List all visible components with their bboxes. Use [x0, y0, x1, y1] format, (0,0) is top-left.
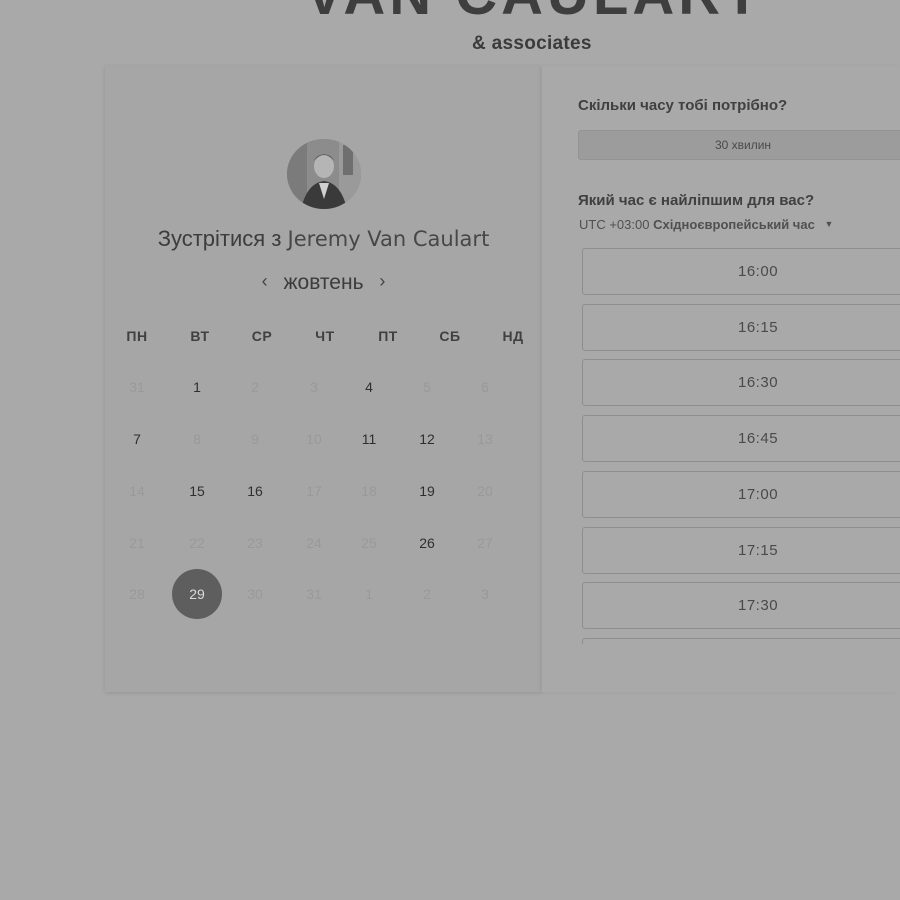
time-slot-button[interactable]: 16:15 — [582, 303, 900, 351]
calendar-day: 2 — [423, 586, 431, 602]
calendar-day: 31 — [129, 379, 145, 395]
weekday-label: СР — [251, 328, 273, 344]
weekday-label: ПН — [126, 328, 148, 344]
calendar-day-selected[interactable]: 29 — [172, 569, 222, 619]
calendar-day[interactable]: 1 — [172, 362, 222, 412]
calendar-day[interactable]: 11 — [344, 414, 394, 464]
calendar-day: 31 — [306, 586, 322, 602]
weekday-label: ЧТ — [315, 328, 335, 344]
calendar-day: 8 — [193, 431, 201, 447]
calendar-day: 28 — [129, 586, 145, 602]
calendar-day[interactable]: 7 — [112, 414, 162, 464]
calendar-day: 13 — [477, 431, 493, 447]
brand-logo-title: VAN CAULART — [305, 0, 764, 24]
month-label: жовтень — [283, 271, 364, 294]
time-selection-panel: Скільки часу тобі потрібно? 30 хвилин Як… — [542, 66, 900, 692]
calendar-panel: Зустрітися з Jeremy Van Caulart ‹ жовтен… — [105, 66, 542, 692]
duration-question: Скільки часу тобі потрібно? — [578, 97, 788, 114]
calendar-day: 2 — [251, 379, 259, 395]
calendar-day: 30 — [247, 586, 263, 602]
month-navigation: ‹ жовтень › — [105, 271, 542, 295]
calendar-day[interactable]: 15 — [172, 466, 222, 516]
host-name: Jeremy Van Caulart — [287, 227, 490, 251]
weekday-label: ВТ — [190, 328, 210, 344]
calendar-day: 14 — [129, 483, 145, 499]
caret-down-icon: ▼ — [824, 219, 834, 229]
calendar-day: 18 — [361, 483, 377, 499]
time-question: Який час є найліпшим для вас? — [578, 192, 815, 209]
calendar-day: 3 — [310, 379, 318, 395]
calendar-day: 25 — [361, 535, 377, 551]
weekday-label: СБ — [439, 328, 461, 344]
calendar-day[interactable]: 19 — [402, 466, 452, 516]
calendar-day: 22 — [189, 535, 205, 551]
weekday-label: ПТ — [378, 328, 398, 344]
weekday-label: НД — [502, 328, 524, 344]
duration-selector[interactable]: 30 хвилин — [578, 130, 900, 160]
calendar-day: 5 — [423, 379, 431, 395]
calendar-day: 27 — [477, 535, 493, 551]
timezone-offset: UTC +03:00 — [579, 217, 650, 232]
calendar-day: 21 — [129, 535, 145, 551]
calendar-day[interactable]: 4 — [344, 362, 394, 412]
calendar-day: 1 — [365, 586, 373, 602]
time-slot-button[interactable]: 16:00 — [582, 248, 900, 295]
avatar — [287, 139, 361, 209]
calendar-day: 10 — [306, 431, 322, 447]
time-slot-button[interactable]: 16:30 — [582, 359, 900, 407]
calendar-day: 20 — [477, 483, 493, 499]
timezone-selector[interactable]: UTC +03:00 Східноєвропейський час ▼ — [579, 217, 833, 232]
calendar-day[interactable]: 16 — [230, 466, 280, 516]
timezone-name: Східноєвропейський час — [653, 217, 815, 232]
time-slot-button[interactable]: 17:30 — [582, 582, 900, 630]
meet-prefix: Зустрітися з — [157, 226, 282, 251]
calendar-day: 3 — [481, 586, 489, 602]
calendar-day: 17 — [306, 483, 322, 499]
calendar-day: 23 — [247, 535, 263, 551]
calendar-day: 9 — [251, 431, 259, 447]
time-slot-button[interactable]: 16:45 — [582, 415, 900, 463]
calendar-day[interactable]: 12 — [402, 414, 452, 464]
chevron-left-icon[interactable]: ‹ — [252, 271, 278, 292]
brand-logo-subtitle: & associates — [472, 33, 592, 54]
avatar-photo — [287, 139, 361, 209]
time-slot-list: 16:00 16:15 16:30 16:45 17:00 17:15 17:30 17:45 — [542, 248, 900, 644]
time-slot-button[interactable]: 17:00 — [582, 470, 900, 518]
calendar-day: 6 — [481, 379, 489, 395]
time-slot-button[interactable]: 17:15 — [582, 526, 900, 574]
chevron-right-icon[interactable]: › — [369, 271, 395, 292]
calendar-day[interactable]: 26 — [402, 518, 452, 568]
meet-title: Зустрітися з Jeremy Van Caulart — [105, 226, 542, 252]
booking-page: VAN CAULART & associates Зустрітися з Je… — [0, 0, 900, 900]
calendar-day: 24 — [306, 535, 322, 551]
time-slot-button[interactable]: 17:45 — [582, 637, 900, 644]
